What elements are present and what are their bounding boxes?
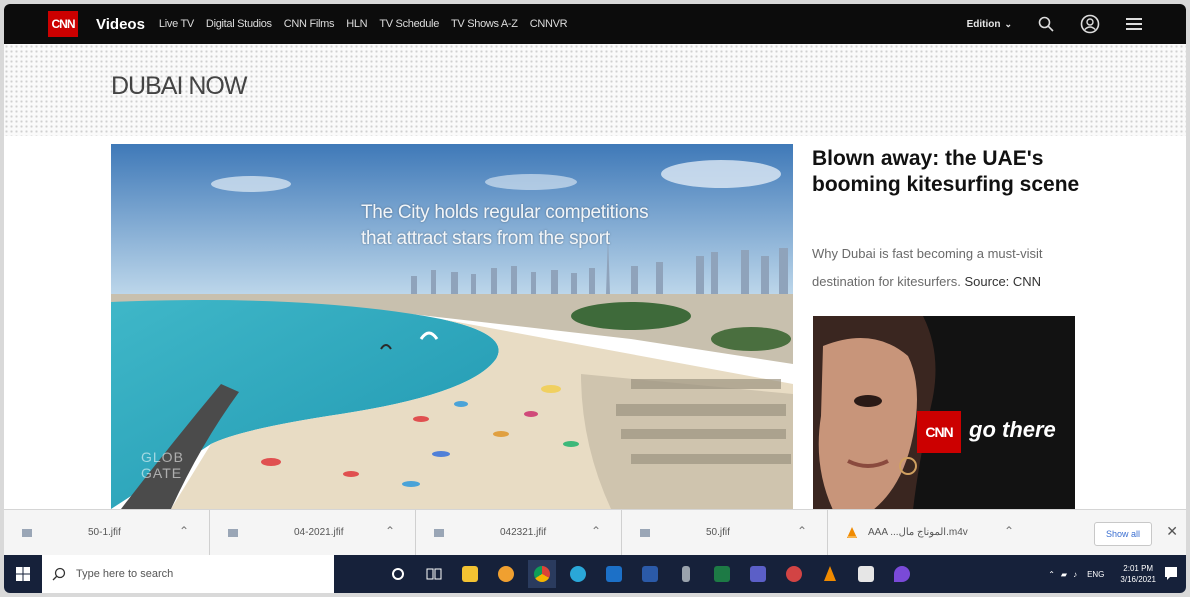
- volume-icon[interactable]: ♪: [1073, 570, 1077, 579]
- clock[interactable]: 2:01 PM 3/16/2021: [1120, 563, 1156, 585]
- chevron-up-icon[interactable]: ⌃: [385, 524, 395, 538]
- image-file-icon: [228, 528, 238, 537]
- close-icon[interactable]: ✕: [1166, 523, 1178, 540]
- kitesurfing-beach-image: [111, 144, 793, 509]
- teams-icon[interactable]: [744, 560, 772, 588]
- nav-digital-studios[interactable]: Digital Studios: [206, 18, 272, 30]
- usb-icon[interactable]: [672, 560, 700, 588]
- vlc-icon[interactable]: [816, 560, 844, 588]
- nav-cnnvr[interactable]: CNNVR: [530, 18, 568, 30]
- download-filename: 50.jfif: [706, 527, 730, 538]
- paint-icon[interactable]: [888, 560, 916, 588]
- cnn-logo[interactable]: CNN: [48, 11, 78, 37]
- taskbar-search-input[interactable]: Type here to search: [42, 555, 334, 593]
- nav-live-tv[interactable]: Live TV: [159, 18, 194, 30]
- nav-hln[interactable]: HLN: [346, 18, 367, 30]
- nav-tv-shows[interactable]: TV Shows A-Z: [451, 18, 518, 30]
- story-headline[interactable]: Blown away: the UAE's booming kitesurfin…: [812, 146, 1082, 198]
- network-icon[interactable]: ▰: [1061, 570, 1067, 579]
- user-account-icon[interactable]: [1080, 14, 1100, 34]
- download-item[interactable]: 04-2021.jfif ⌃: [210, 509, 416, 556]
- word-icon[interactable]: [636, 560, 664, 588]
- download-item[interactable]: AAA ...الموناج مال.m4v ⌃: [828, 510, 1034, 556]
- chevron-up-icon[interactable]: ⌃: [591, 524, 601, 538]
- advertisement[interactable]: CNN go there: [813, 316, 1075, 510]
- chevron-up-icon[interactable]: ⌃: [1004, 524, 1014, 538]
- download-filename: AAA ...الموناج مال.m4v: [868, 527, 968, 538]
- nav-tv-schedule[interactable]: TV Schedule: [379, 18, 439, 30]
- file-explorer-icon[interactable]: [456, 560, 484, 588]
- chrome-canary-icon[interactable]: [492, 560, 520, 588]
- ad-cnn-logo: CNN: [917, 411, 961, 453]
- video-watermark: GLOB GATE: [141, 449, 184, 481]
- image-file-icon: [22, 528, 32, 537]
- search-icon: [52, 567, 66, 581]
- section-banner: DUBAI NOW: [4, 44, 1186, 136]
- cnn-top-nav: CNN Videos Live TV Digital Studios CNN F…: [4, 4, 1186, 44]
- chevron-up-icon[interactable]: ⌃: [797, 524, 807, 538]
- nav-cnn-films[interactable]: CNN Films: [284, 18, 335, 30]
- cortana-icon[interactable]: [384, 560, 412, 588]
- windows-taskbar: Type here to search ⌃ ▰ ♪ ENG 2:01 PM 3/…: [4, 555, 1186, 593]
- caption-line-1: The City holds regular competitions: [361, 202, 649, 223]
- windows-start-icon[interactable]: [4, 555, 42, 593]
- edge-icon[interactable]: [564, 560, 592, 588]
- video-caption: The City holds regular competitions that…: [111, 200, 793, 252]
- download-filename: 04-2021.jfif: [294, 527, 344, 538]
- clock-time: 2:01 PM: [1123, 564, 1154, 573]
- input-language[interactable]: ENG: [1087, 570, 1104, 579]
- caption-line-2: that attract stars from the sport: [361, 228, 610, 249]
- chrome-icon[interactable]: [528, 560, 556, 588]
- vlc-file-icon: [847, 526, 857, 538]
- download-item[interactable]: 50.jfif ⌃: [622, 509, 828, 556]
- summary-source: Source: CNN: [964, 274, 1042, 289]
- image-file-icon: [640, 528, 650, 537]
- outlook-icon[interactable]: [600, 560, 628, 588]
- ad-tagline: go there: [969, 417, 1056, 442]
- section-title[interactable]: Videos: [96, 16, 145, 33]
- clock-date: 3/16/2021: [1120, 575, 1156, 584]
- notification-icon[interactable]: [1164, 566, 1178, 580]
- photos-icon[interactable]: [780, 560, 808, 588]
- system-tray: ⌃ ▰ ♪ ENG 2:01 PM 3/16/2021: [1048, 555, 1156, 593]
- page-title: DUBAI NOW: [111, 72, 247, 100]
- download-filename: 042321.jfif: [500, 527, 547, 538]
- download-filename: 50-1.jfif: [88, 527, 121, 538]
- chevron-up-icon[interactable]: ⌃: [1048, 570, 1055, 579]
- story-summary: Why Dubai is fast becoming a must-visit …: [812, 240, 1068, 296]
- search-placeholder: Type here to search: [76, 568, 174, 580]
- search-icon[interactable]: [1036, 14, 1056, 34]
- edition-selector[interactable]: Edition ⌄: [967, 19, 1012, 30]
- chevron-down-icon: ⌄: [1004, 18, 1012, 29]
- store-icon[interactable]: [852, 560, 880, 588]
- show-all-button[interactable]: Show all: [1094, 522, 1152, 546]
- download-bar: 50-1.jfif ⌃ 04-2021.jfif ⌃ 042321.jfif ⌃…: [4, 509, 1186, 556]
- chevron-up-icon[interactable]: ⌃: [179, 524, 189, 538]
- image-file-icon: [434, 528, 444, 537]
- download-item[interactable]: 50-1.jfif ⌃: [4, 509, 210, 556]
- video-player[interactable]: The City holds regular competitions that…: [111, 144, 793, 509]
- menu-icon[interactable]: [1124, 14, 1144, 34]
- top-right-tools: Edition ⌄: [967, 4, 1144, 44]
- task-view-icon[interactable]: [420, 560, 448, 588]
- browser-viewport: CNN Videos Live TV Digital Studios CNN F…: [4, 4, 1186, 593]
- excel-icon[interactable]: [708, 560, 736, 588]
- download-item[interactable]: 042321.jfif ⌃: [416, 509, 622, 556]
- taskbar-apps: [384, 560, 924, 588]
- nav-links: Live TV Digital Studios CNN Films HLN TV…: [159, 18, 579, 30]
